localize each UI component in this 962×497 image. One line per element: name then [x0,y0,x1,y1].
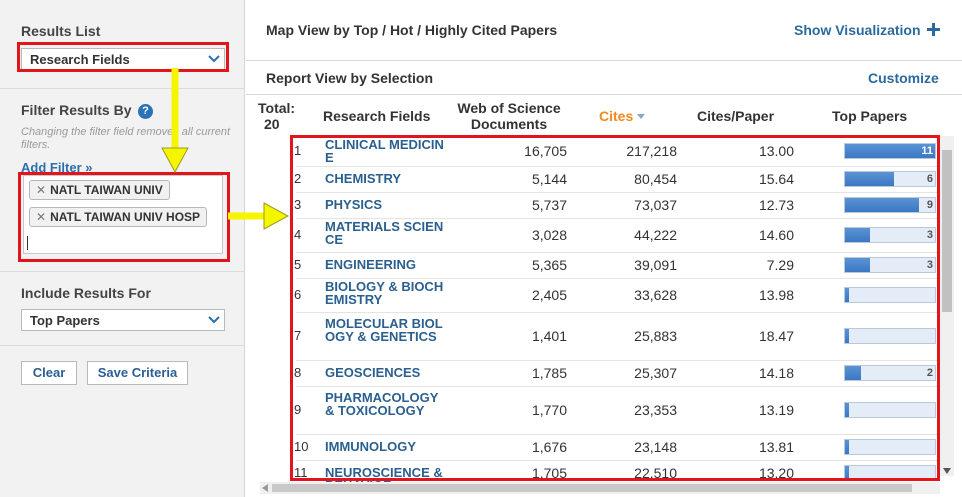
clear-button[interactable]: Clear [21,361,77,385]
vertical-scrollbar[interactable] [940,136,954,476]
divider [0,88,245,89]
save-criteria-button[interactable]: Save Criteria [87,361,188,385]
highlight-box [18,172,230,262]
show-visualization-label: Show Visualization [794,22,921,38]
highlight-box [290,135,940,481]
filter-note: Changing the filter field removes all cu… [21,126,231,151]
divider [0,345,245,346]
plus-icon [927,23,941,36]
col-header-cites[interactable]: Cites [599,108,646,124]
annotation-arrow-icon [228,202,290,230]
horizontal-scrollbar[interactable] [260,482,940,494]
include-results-select[interactable]: Top Papers [21,309,225,331]
show-visualization-link[interactable]: Show Visualization [794,22,941,38]
divider [0,271,245,272]
sort-desc-icon [637,114,646,119]
total-label: Total: [258,100,296,116]
include-results-label: Include Results For [21,285,151,301]
col-header-cites-label: Cites [599,108,634,124]
col-header-top-papers[interactable]: Top Papers [832,108,907,124]
map-view-header: Map View by Top / Hot / Highly Cited Pap… [246,0,962,61]
chevron-down-icon [204,310,224,330]
results-list-label: Results List [21,23,101,39]
col-header-cites-per-paper[interactable]: Cites/Paper [697,108,774,124]
col-header-wos-documents[interactable]: Web of Science Documents [449,100,569,132]
scroll-thumb[interactable] [272,484,912,492]
scroll-thumb[interactable] [942,150,952,312]
map-view-title: Map View by Top / Hot / Highly Cited Pap… [266,22,558,38]
customize-link[interactable]: Customize [868,70,939,86]
total-count: 20 [264,116,280,132]
highlight-box [17,42,229,72]
help-icon[interactable]: ? [138,104,153,119]
col-header-research-fields[interactable]: Research Fields [323,108,430,124]
annotation-arrow-icon [161,68,189,174]
filter-results-title: Filter Results By [21,102,132,118]
scroll-left-icon[interactable] [260,482,270,494]
include-results-value: Top Papers [30,313,100,328]
report-view-header: Report View by Selection Customize [246,61,962,95]
report-view-title: Report View by Selection [266,70,434,86]
scroll-down-icon[interactable] [940,466,954,476]
